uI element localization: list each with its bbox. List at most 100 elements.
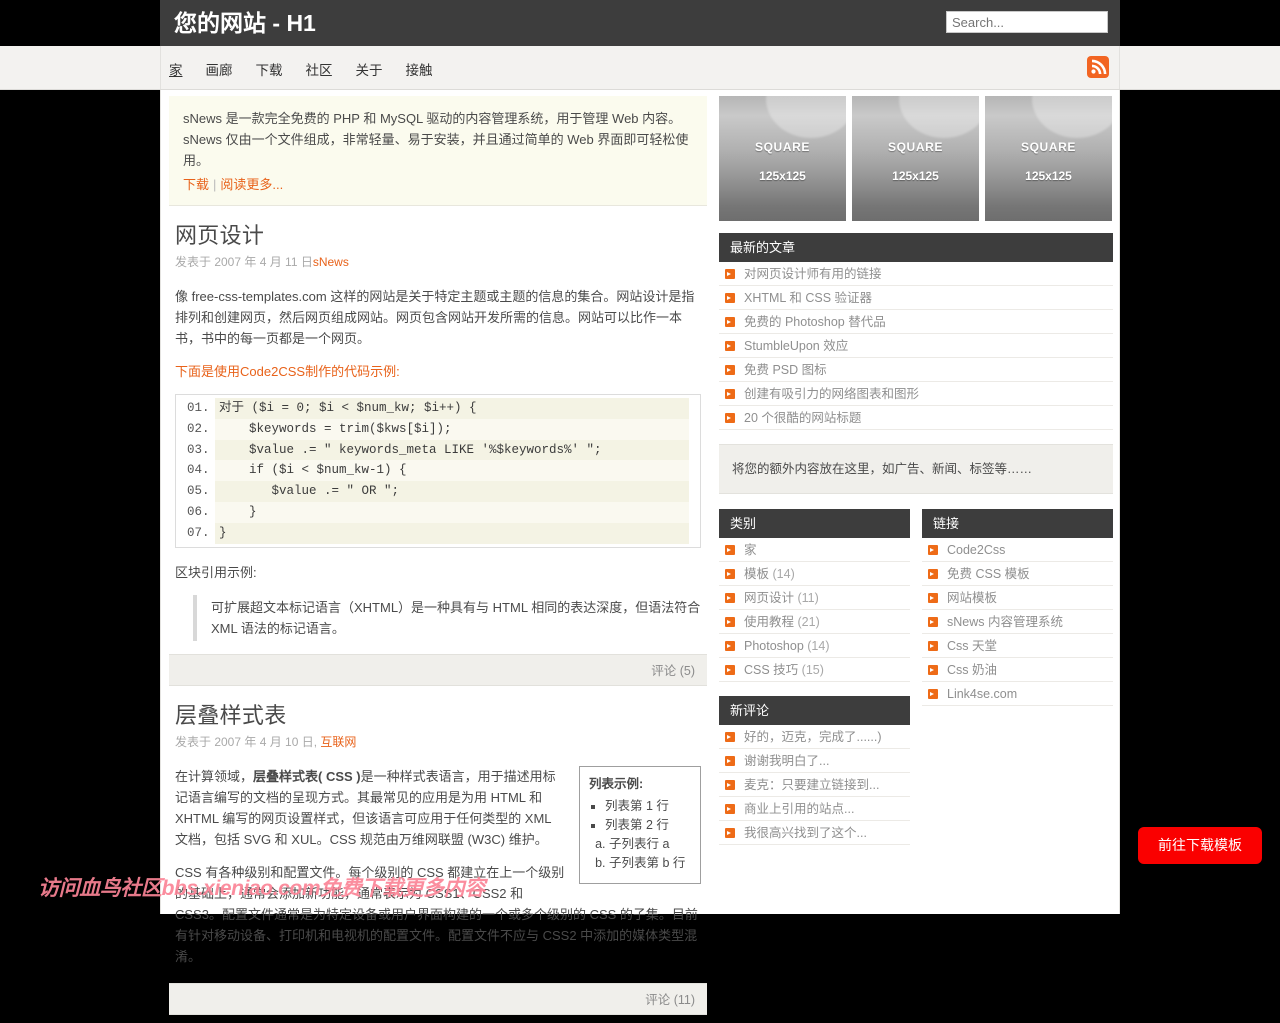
list-item[interactable]: 我很高兴找到了这个... bbox=[719, 821, 910, 845]
arrow-icon bbox=[928, 593, 938, 603]
nav-item-downloads[interactable]: 下载 bbox=[256, 59, 283, 79]
arrow-icon bbox=[725, 756, 735, 766]
list-item[interactable]: 麦克：只要建立链接到... bbox=[719, 773, 910, 797]
nav-item-community[interactable]: 社区 bbox=[306, 59, 333, 79]
code-line: 01. 对于 ($i = 0; $i < $num_kw; $i++) { bbox=[179, 398, 697, 419]
list-item[interactable]: 免费 CSS 模板 bbox=[922, 562, 1113, 586]
code-line-number: 05. bbox=[187, 484, 210, 499]
widget-new-comments: 新评论 好的，迈克，完成了......) 谢谢我明白了... 麦克：只要建立链接… bbox=[719, 696, 910, 845]
list-item-label: 谢谢我明白了... bbox=[744, 754, 830, 768]
list-item[interactable]: 谢谢我明白了... bbox=[719, 749, 910, 773]
list-item[interactable]: Photoshop (14) bbox=[719, 634, 910, 658]
arrow-icon bbox=[725, 293, 735, 303]
code-lead: 下面是使用Code2CSS制作的代码示例: bbox=[175, 361, 701, 382]
list-item-label: sNews 内容管理系统 bbox=[947, 615, 1063, 629]
post-category-link[interactable]: 互联网 bbox=[320, 735, 356, 749]
list-item[interactable]: 免费 PSD 图标 bbox=[719, 358, 1113, 382]
list-item[interactable]: Css 奶油 bbox=[922, 658, 1113, 682]
list-item[interactable]: Code2Css bbox=[922, 538, 1113, 562]
body-bold: 层叠样式表( CSS ) bbox=[253, 768, 361, 784]
list-example-items: 列表第 1 行 列表第 2 行 bbox=[589, 797, 691, 835]
arrow-icon bbox=[928, 689, 938, 699]
nav-item-contact[interactable]: 接触 bbox=[406, 59, 433, 79]
code-line-number: 04. bbox=[187, 463, 210, 478]
rss-icon[interactable] bbox=[1087, 56, 1109, 78]
list-item-label: CSS 技巧 bbox=[744, 663, 799, 677]
post-meta: 发表于 2007 年 4 月 10 日, 互联网 bbox=[175, 732, 701, 753]
ad-square[interactable]: SQUARE 125x125 bbox=[985, 96, 1112, 221]
code-line: 03. $value .= " keywords_meta LIKE '%$ke… bbox=[179, 439, 697, 461]
search-input[interactable] bbox=[946, 11, 1108, 33]
comments-bar: 评论 (5) bbox=[169, 653, 707, 686]
list-item[interactable]: 好的，迈克，完成了......) bbox=[719, 725, 910, 749]
download-template-button[interactable]: 前往下载模板 bbox=[1138, 827, 1262, 864]
intro-download-link[interactable]: 下载 bbox=[183, 177, 209, 192]
code2css-link[interactable]: Code2CSS bbox=[240, 364, 305, 379]
site-header: 您的网站 - H1 bbox=[160, 0, 1120, 46]
post-title[interactable]: 网页设计 bbox=[175, 218, 701, 250]
main-navigation: 家 画廊 下载 社区 关于 接触 bbox=[0, 46, 1280, 90]
ad-size: 125x125 bbox=[1025, 169, 1072, 183]
comments-link[interactable]: 评论 (11) bbox=[645, 993, 695, 1007]
list-item[interactable]: 商业上引用的站点... bbox=[719, 797, 910, 821]
widget-title: 类别 bbox=[719, 509, 910, 538]
ad-square[interactable]: SQUARE 125x125 bbox=[719, 96, 846, 221]
nav-item-home[interactable]: 家 bbox=[169, 59, 183, 79]
list-item-label: 我很高兴找到了这个... bbox=[744, 826, 867, 840]
list-item-label: 商业上引用的站点... bbox=[744, 802, 855, 816]
list-item[interactable]: 网站模板 bbox=[922, 586, 1113, 610]
list-item[interactable]: Css 天堂 bbox=[922, 634, 1113, 658]
list-item-label: 20 个很酷的网站标题 bbox=[744, 411, 862, 425]
code-line: 04. if ($i < $num_kw-1) { bbox=[179, 460, 697, 482]
list-item[interactable]: 网页设计 (11) bbox=[719, 586, 910, 610]
arrow-icon bbox=[725, 365, 735, 375]
arrow-icon bbox=[725, 732, 735, 742]
list-item: 子列表行 a bbox=[609, 835, 691, 854]
list-item[interactable]: CSS 技巧 (15) bbox=[719, 658, 910, 682]
list-item[interactable]: 免费的 Photoshop 替代品 bbox=[719, 310, 1113, 334]
list-item-label: Link4se.com bbox=[947, 687, 1018, 701]
list-item[interactable]: 创建有吸引力的网络图表和图形 bbox=[719, 382, 1113, 406]
arrow-icon bbox=[725, 389, 735, 399]
list-item[interactable]: 对网页设计师有用的链接 bbox=[719, 262, 1113, 286]
code-line-text: 对于 ($i = 0; $i < $num_kw; $i++) { bbox=[215, 398, 689, 419]
body-pre: 在计算领域， bbox=[175, 768, 254, 784]
list-item-label: Code2Css bbox=[947, 543, 1006, 557]
list-item: 列表第 2 行 bbox=[605, 816, 691, 835]
post-date: 发表于 2007 年 4 月 11 日 bbox=[175, 255, 313, 269]
code-line-text: $value .= " keywords_meta LIKE '%$keywor… bbox=[215, 439, 689, 461]
list-item[interactable]: Link4se.com bbox=[922, 682, 1113, 706]
sidebar: SQUARE 125x125 SQUARE 125x125 SQUARE 125… bbox=[719, 96, 1113, 859]
arrow-icon bbox=[928, 617, 938, 627]
list-item[interactable]: sNews 内容管理系统 bbox=[922, 610, 1113, 634]
intro-readmore-link[interactable]: 阅读更多... bbox=[220, 177, 283, 192]
post-meta: 发表于 2007 年 4 月 11 日sNews bbox=[175, 252, 701, 273]
code-line-text: $value .= " OR "; bbox=[215, 481, 689, 502]
post-title[interactable]: 层叠样式表 bbox=[175, 698, 701, 730]
nav-item-about[interactable]: 关于 bbox=[356, 59, 383, 79]
categories-list: 家 模板 (14) 网页设计 (11) 使用教程 (21) Photoshop … bbox=[719, 538, 910, 682]
post-author-link[interactable]: sNews bbox=[313, 255, 349, 269]
list-item[interactable]: StumbleUpon 效应 bbox=[719, 334, 1113, 358]
intro-text: sNews 是一款完全免费的 PHP 和 MySQL 驱动的内容管理系统，用于管… bbox=[183, 111, 689, 168]
ad-square[interactable]: SQUARE 125x125 bbox=[852, 96, 979, 221]
quote-lead: 区块引用示例: bbox=[175, 564, 257, 580]
ad-size: 125x125 bbox=[892, 169, 939, 183]
ad-label: SQUARE bbox=[1021, 140, 1076, 154]
comments-link[interactable]: 评论 (5) bbox=[651, 664, 695, 678]
list-item[interactable]: 模板 (14) bbox=[719, 562, 910, 586]
list-item[interactable]: 家 bbox=[719, 538, 910, 562]
list-item-label: StumbleUpon 效应 bbox=[744, 339, 849, 353]
code-line-text: } bbox=[215, 501, 689, 523]
comments-bar: 评论 (11) bbox=[169, 982, 707, 1015]
list-item[interactable]: 20 个很酷的网站标题 bbox=[719, 406, 1113, 430]
list-item[interactable]: 使用教程 (21) bbox=[719, 610, 910, 634]
ad-label: SQUARE bbox=[888, 140, 943, 154]
list-item[interactable]: XHTML 和 CSS 验证器 bbox=[719, 286, 1113, 310]
item-count: (14) bbox=[772, 567, 795, 581]
code-line: 06. } bbox=[179, 501, 697, 523]
code-line-text: if ($i < $num_kw-1) { bbox=[215, 460, 689, 482]
nav-items: 家 画廊 下载 社区 关于 接触 bbox=[169, 59, 456, 79]
nav-item-gallery[interactable]: 画廊 bbox=[206, 59, 233, 79]
code-lead-post: 制作的代码示例: bbox=[305, 364, 400, 379]
